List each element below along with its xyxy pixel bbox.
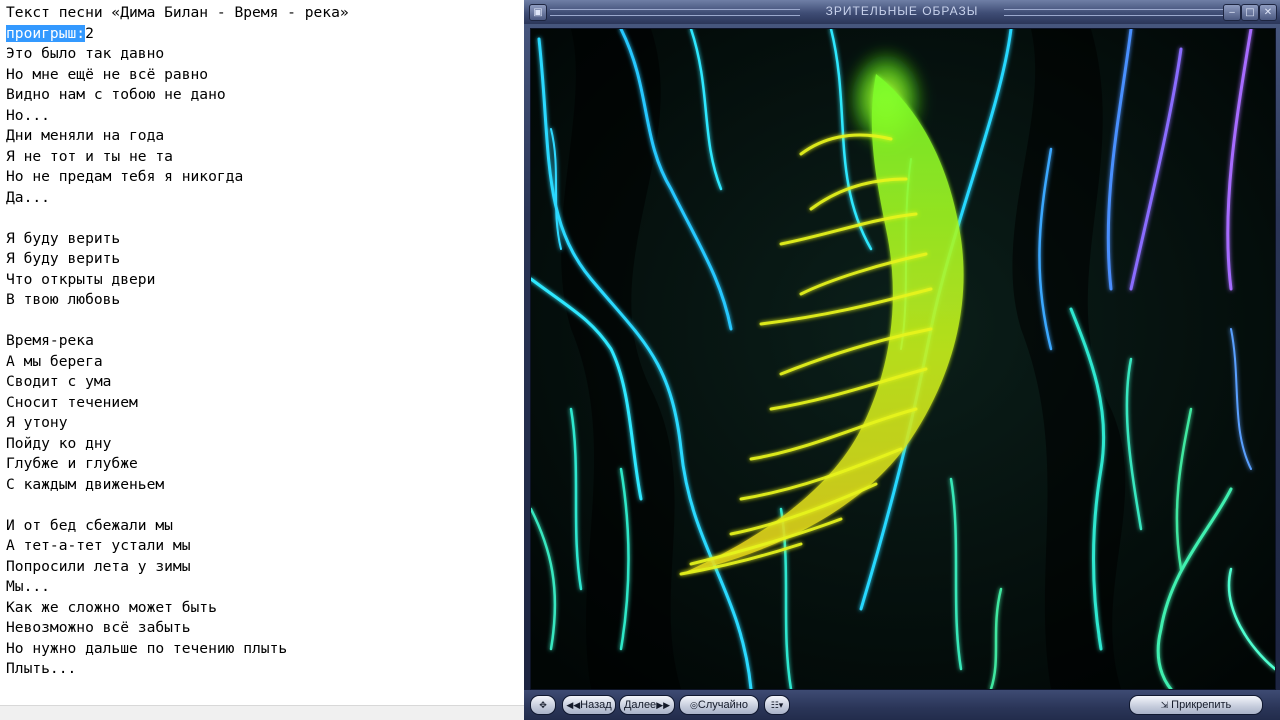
close-icon[interactable]: ✕ xyxy=(1259,4,1277,21)
lyric-line: Я буду верить xyxy=(6,250,121,267)
maximize-icon[interactable]: □ xyxy=(1241,4,1259,21)
lyric-line: Но не предам тебя я никогда xyxy=(6,168,244,185)
lyric-line: Да... xyxy=(6,188,50,206)
minimize-icon[interactable]: ‒ xyxy=(1223,4,1241,21)
visualization-title: ЗРИТЕЛЬНЫЕ ОБРАЗЫ xyxy=(825,4,979,18)
next-button[interactable]: Далее▶▶ xyxy=(619,695,675,715)
lyric-line: Я буду верить xyxy=(6,229,121,247)
lyric-line: проигрыш:2 xyxy=(6,24,349,45)
lyric-line: А мы берега xyxy=(6,352,103,370)
back-button[interactable]: ◀◀Назад xyxy=(562,695,616,715)
random-button[interactable]: ◎Случайно xyxy=(679,695,759,715)
lyric-line: Мы... xyxy=(6,578,50,595)
pin-label: Прикрепить xyxy=(1171,699,1232,711)
lyric-line: Я утону xyxy=(6,414,68,431)
lyric-line: Плыть... xyxy=(6,660,77,677)
move-icon[interactable]: ✥ xyxy=(530,695,556,715)
lyric-line: Время-река xyxy=(6,332,94,349)
lyric-line: Текст песни «Дима Билан - Время - река» xyxy=(6,4,349,21)
pin-button[interactable]: ⇲ Прикрепить xyxy=(1129,695,1263,715)
visualization-titlebar[interactable]: ЗРИТЕЛЬНЫЕ ОБРАЗЫ ▣ ‒ □ ✕ xyxy=(524,0,1280,24)
selected-text: проигрыш: xyxy=(6,24,86,42)
lyric-line xyxy=(6,495,349,516)
lyric-line: В твою любовь xyxy=(6,291,121,308)
lyric-line xyxy=(6,208,349,229)
lyric-line: Но нужно дальше по течению плыть xyxy=(6,639,288,657)
visualization-canvas xyxy=(529,27,1277,691)
lyric-line: И от бед сбежали мы xyxy=(6,516,173,534)
lyric-line: Но мне ещё не всё равно xyxy=(6,65,209,83)
next-icon: ▶▶ xyxy=(656,701,671,711)
lyric-line: Что открыты двери xyxy=(6,270,156,288)
lyrics-text-editor[interactable]: Текст песни «Дима Билан - Время - река» п… xyxy=(0,0,524,720)
lyric-line: Сводит с ума xyxy=(6,373,112,390)
lyric-line: А тет-а-тет устали мы xyxy=(6,537,191,554)
back-label: Назад xyxy=(580,699,612,711)
lyric-line: Это было так давно xyxy=(6,45,165,62)
lyric-line: Глубже и глубже xyxy=(6,455,138,472)
fractal-visualization xyxy=(529,27,1277,691)
lyric-line: Как же сложно может быть xyxy=(6,598,217,616)
lyric-line: Невозможно всё забыть xyxy=(6,619,191,636)
lyric-line xyxy=(6,311,349,332)
lyric-line: Я не тот и ты не та xyxy=(6,147,173,165)
lyrics-lines: Текст песни «Дима Билан - Время - река» п… xyxy=(6,3,349,680)
random-icon: ◎ xyxy=(690,701,698,711)
restore-icon[interactable]: ▣ xyxy=(529,4,547,21)
lyric-line: С каждым движеньем xyxy=(6,475,165,493)
lyric-line: Пойду ко дну xyxy=(6,434,112,452)
pin-icon: ⇲ xyxy=(1160,701,1172,711)
lyric-line: Видно нам с тобою не дано xyxy=(6,86,226,103)
next-label: Далее xyxy=(623,699,657,711)
visualization-window: ЗРИТЕЛЬНЫЕ ОБРАЗЫ ▣ ‒ □ ✕ ✥ ◀◀Назад Дале… xyxy=(524,0,1280,720)
random-label: Случайно xyxy=(697,699,748,711)
lyric-line: Дни меняли на года xyxy=(6,127,165,144)
lyric-line-rest: 2 xyxy=(85,24,94,42)
lyric-line: Но... xyxy=(6,106,50,124)
lyric-line: Попросили лета у зимы xyxy=(6,557,191,575)
editor-horizontal-scrollbar[interactable] xyxy=(0,705,524,720)
back-icon: ◀◀ xyxy=(566,701,581,711)
visualization-controls: ✥ ◀◀Назад Далее▶▶ ◎Случайно ☷▾ ⇲ Прикреп… xyxy=(524,690,1280,720)
menu-icon[interactable]: ☷▾ xyxy=(764,695,790,715)
lyric-line: Сносит течением xyxy=(6,393,138,411)
